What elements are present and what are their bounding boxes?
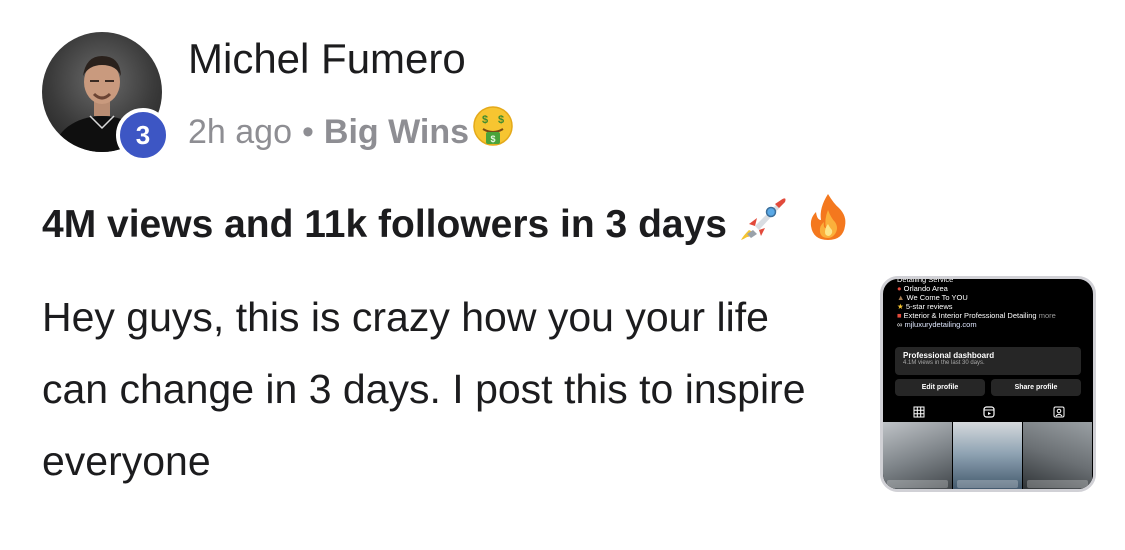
share-profile-button[interactable]: Share profile [991, 379, 1081, 396]
svg-text:$: $ [498, 114, 504, 126]
bio-line-row: ■ Exterior & Interior Professional Detai… [897, 311, 1093, 320]
post-meta: 2h ago • Big Wins $ $ $ [188, 104, 515, 160]
bio-line: Exterior & Interior Professional Detaili… [903, 311, 1037, 320]
svg-text:$: $ [482, 114, 488, 126]
more-link[interactable]: more [1039, 311, 1056, 320]
bio-line: Detailing Service [897, 276, 954, 284]
link-icon: ∞ [897, 320, 903, 329]
bio-line-row: ∞ mjluxurydetailing.com [897, 320, 1093, 329]
level-badge: 3 [116, 108, 170, 162]
grid-post-caption [1027, 480, 1088, 488]
grid-post-caption [957, 480, 1018, 488]
grid-post[interactable] [953, 422, 1023, 489]
bio-line-row: ★ 5-star reviews [897, 302, 1093, 311]
tagged-icon[interactable] [1053, 406, 1065, 418]
bio-line-row: ▲ We Come To YOU [897, 293, 1093, 302]
fire-icon [801, 190, 855, 259]
group-name[interactable]: Big Wins [324, 109, 469, 155]
dashboard-subtitle: 4.1M views in the last 30 days. [903, 360, 985, 366]
post-body: Hey guys, this is crazy how you your lif… [42, 294, 806, 484]
grid-post[interactable] [883, 422, 953, 489]
profile-tabs [883, 403, 1093, 421]
post-title: 4M views and 11k followers in 3 days [42, 190, 855, 259]
professional-dashboard[interactable]: Professional dashboard 4.1M views in the… [895, 347, 1081, 375]
pin-icon: ● [897, 284, 902, 293]
meta-separator: • [302, 113, 314, 151]
post-grid [883, 422, 1093, 489]
bio-line: Orlando Area [903, 284, 948, 293]
svg-text:$: $ [491, 134, 496, 144]
reels-icon[interactable] [983, 406, 995, 418]
bio-line: We Come To YOU [906, 293, 968, 302]
bio-text: Detailing Service ● Orlando Area ▲ We Co… [897, 276, 1093, 329]
post-image-thumbnail[interactable]: Detailing Service ● Orlando Area ▲ We Co… [880, 276, 1096, 492]
timestamp: 2h ago [188, 113, 292, 151]
house-icon: ▲ [897, 293, 905, 302]
bio-line: 5-star reviews [905, 302, 953, 311]
dashboard-title: Professional dashboard [903, 351, 995, 360]
grid-icon[interactable] [913, 406, 925, 418]
car-icon: ■ [897, 311, 902, 320]
bio-line-row: ● Orlando Area [897, 284, 1093, 293]
star-icon: ★ [897, 302, 904, 311]
money-mouth-face-icon: $ $ $ [471, 104, 515, 160]
author-name[interactable]: Michel Fumero [188, 38, 466, 80]
grid-post-caption [887, 480, 948, 488]
edit-profile-button[interactable]: Edit profile [895, 379, 985, 396]
website-link[interactable]: mjluxurydetailing.com [904, 320, 976, 329]
grid-post[interactable] [1023, 422, 1093, 489]
rocket-icon [737, 190, 791, 259]
post-title-text: 4M views and 11k followers in 3 days [42, 202, 727, 246]
